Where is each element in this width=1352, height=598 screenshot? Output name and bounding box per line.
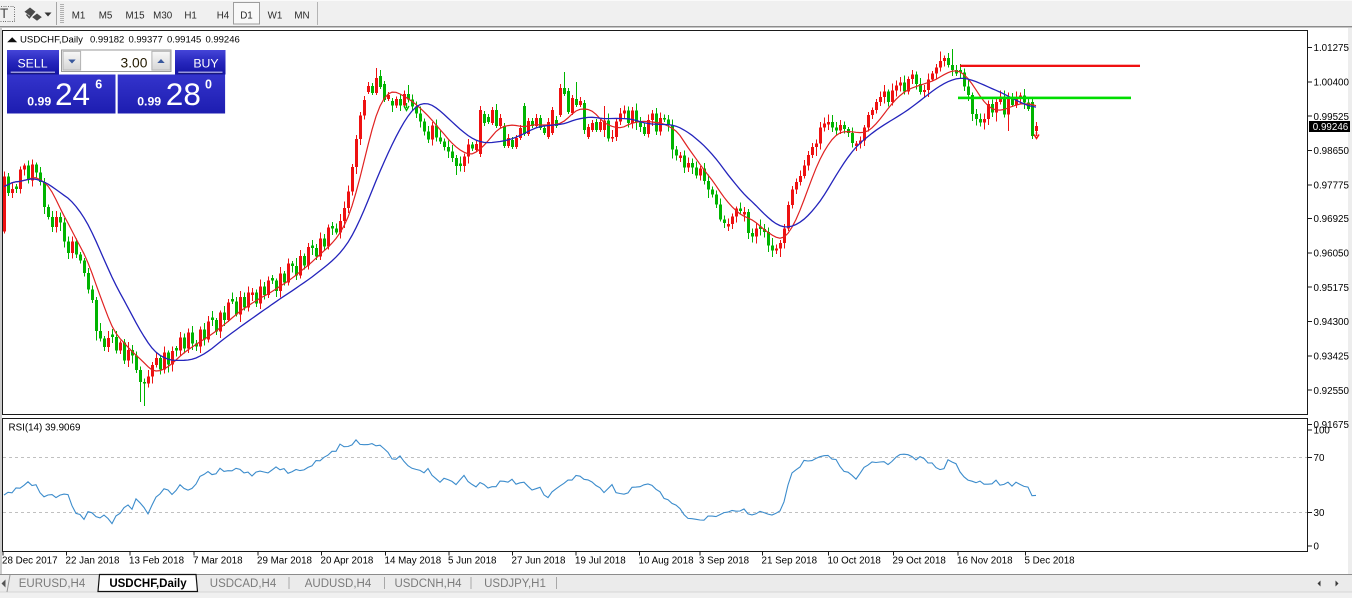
svg-text:19 Jul 2018: 19 Jul 2018	[575, 556, 626, 567]
svg-text:1.01275: 1.01275	[1314, 43, 1350, 54]
svg-text:0.98650: 0.98650	[1314, 146, 1350, 157]
svg-text:70: 70	[1314, 453, 1325, 464]
svg-text:SELL: SELL	[17, 56, 47, 70]
svg-text:USDCHF,Daily: USDCHF,Daily	[109, 578, 187, 590]
svg-text:10 Oct 2018: 10 Oct 2018	[828, 556, 882, 567]
svg-text:H4: H4	[217, 10, 230, 21]
svg-text:7 Mar 2018: 7 Mar 2018	[193, 556, 243, 567]
svg-text:16 Nov 2018: 16 Nov 2018	[957, 556, 1013, 567]
svg-text:USDJPY,H1: USDJPY,H1	[484, 578, 546, 590]
svg-text:MN: MN	[294, 10, 309, 21]
svg-text:0.99: 0.99	[137, 94, 161, 108]
svg-text:22 Jan 2018: 22 Jan 2018	[66, 556, 120, 567]
svg-text:24: 24	[55, 76, 90, 112]
svg-text:T: T	[0, 6, 8, 21]
svg-text:M30: M30	[153, 10, 173, 21]
svg-text:0.93425: 0.93425	[1314, 351, 1350, 362]
svg-text:0.94300: 0.94300	[1314, 317, 1350, 328]
svg-text:5 Jun 2018: 5 Jun 2018	[448, 556, 497, 567]
svg-text:AUDUSD,H4: AUDUSD,H4	[305, 578, 372, 590]
svg-text:0.99182 0.99377 0.99145 0.9924: 0.99182 0.99377 0.99145 0.99246	[90, 34, 240, 45]
svg-text:5 Dec 2018: 5 Dec 2018	[1025, 556, 1076, 567]
svg-text:0: 0	[1314, 542, 1320, 553]
svg-text:USDCHF,Daily: USDCHF,Daily	[20, 34, 83, 45]
svg-text:M5: M5	[99, 10, 113, 21]
svg-text:D1: D1	[240, 10, 253, 21]
svg-text:21 Sep 2018: 21 Sep 2018	[762, 556, 818, 567]
svg-text:1.00400: 1.00400	[1314, 77, 1350, 88]
svg-text:0.96050: 0.96050	[1314, 249, 1350, 260]
svg-text:M1: M1	[72, 10, 86, 21]
svg-text:6: 6	[95, 78, 102, 92]
svg-text:3 Sep 2018: 3 Sep 2018	[699, 556, 750, 567]
svg-text:0.95175: 0.95175	[1314, 283, 1350, 294]
svg-text:USDCNH,H4: USDCNH,H4	[394, 578, 462, 590]
svg-text:0.92550: 0.92550	[1314, 386, 1350, 397]
svg-text:10 Aug 2018: 10 Aug 2018	[639, 556, 695, 567]
svg-text:0.97775: 0.97775	[1314, 180, 1350, 191]
svg-text:0.96925: 0.96925	[1314, 214, 1350, 225]
svg-text:29 Mar 2018: 29 Mar 2018	[257, 556, 313, 567]
svg-text:0.99: 0.99	[27, 94, 51, 108]
svg-text:EURUSD,H4: EURUSD,H4	[19, 578, 86, 590]
svg-text:30: 30	[1314, 508, 1325, 519]
svg-text:20 Apr 2018: 20 Apr 2018	[321, 556, 374, 567]
svg-text:0: 0	[205, 78, 212, 92]
svg-text:13 Feb 2018: 13 Feb 2018	[129, 556, 185, 567]
svg-text:100: 100	[1314, 426, 1331, 437]
svg-text:M15: M15	[125, 10, 145, 21]
svg-text:BUY: BUY	[193, 56, 218, 70]
svg-text:W1: W1	[268, 10, 283, 21]
svg-text:0.99246: 0.99246	[1313, 122, 1349, 133]
svg-text:3.00: 3.00	[121, 56, 148, 71]
svg-text:RSI(14) 39.9069: RSI(14) 39.9069	[9, 423, 81, 434]
svg-text:29 Oct 2018: 29 Oct 2018	[893, 556, 947, 567]
svg-text:H1: H1	[184, 10, 197, 21]
svg-text:14 May 2018: 14 May 2018	[385, 556, 442, 567]
svg-text:27 Jun 2018: 27 Jun 2018	[512, 556, 566, 567]
svg-text:28 Dec 2017: 28 Dec 2017	[2, 556, 58, 567]
svg-text:28: 28	[166, 76, 201, 112]
svg-text:USDCAD,H4: USDCAD,H4	[210, 578, 277, 590]
